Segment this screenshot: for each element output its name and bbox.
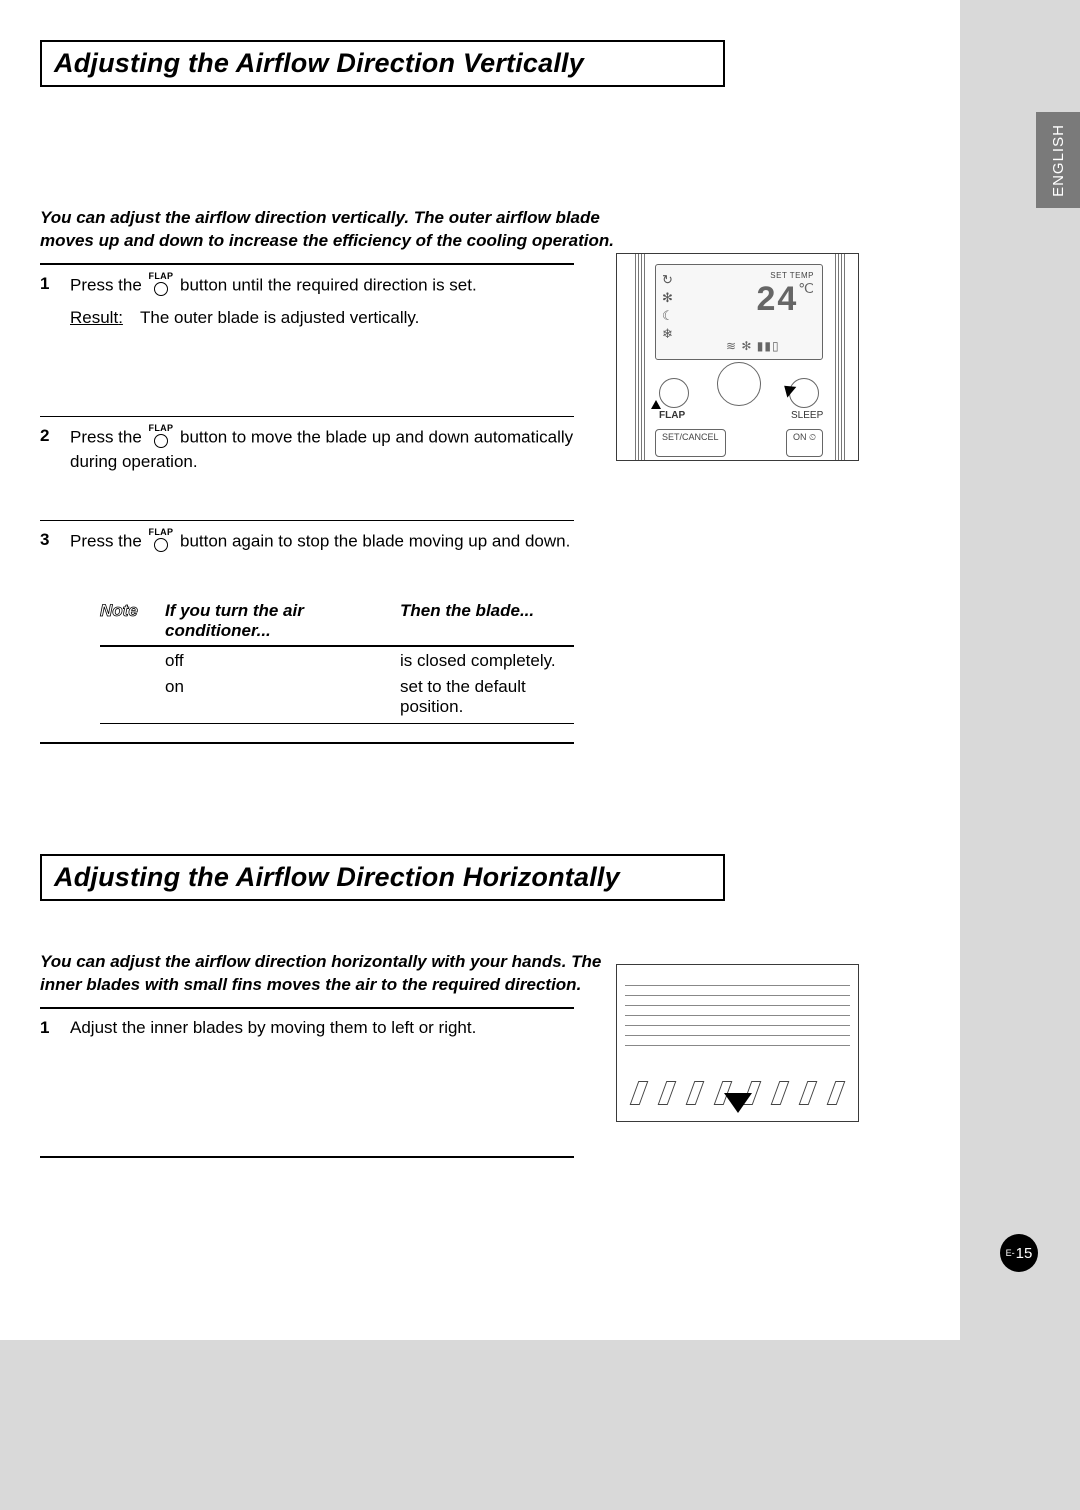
step-number: 3 — [40, 529, 70, 555]
note-header-col1: If you turn the air conditioner... — [165, 601, 400, 641]
temperature-display: SET TEMP 24℃ — [756, 271, 814, 319]
ac-unit-illustration — [616, 964, 859, 1122]
result-row: Result The outer blade is adjusted verti… — [70, 307, 574, 330]
note-data-row: on set to the default position. — [100, 673, 574, 719]
ac-grille — [625, 985, 850, 1055]
flap-label: FLAP — [659, 410, 685, 421]
circle-icon — [154, 434, 168, 448]
remote-button-row — [655, 368, 823, 416]
step-text: Press the FLAP button again to stop the … — [70, 529, 574, 555]
step-text-post: button again to stop the blade moving up… — [180, 532, 570, 551]
step-text: Press the FLAP button to move the blade … — [70, 425, 574, 474]
note-data-row: off is closed completely. — [100, 647, 574, 673]
divider — [40, 1156, 574, 1158]
page: ENGLISH Adjusting the Airflow Direction … — [0, 0, 1080, 1510]
circle-icon — [154, 282, 168, 296]
content-area: Adjusting the Airflow Direction Vertical… — [40, 40, 1040, 1158]
result-text: The outer blade is adjusted vertically. — [140, 307, 574, 330]
remote-illustration: ↻✻☾❄ SET TEMP 24℃ ≋ ✻ ▮▮▯ FLAP SLEEP SET… — [616, 253, 859, 461]
temperature-value: 24 — [756, 280, 798, 318]
remote-screen: ↻✻☾❄ SET TEMP 24℃ ≋ ✻ ▮▮▯ — [655, 264, 823, 360]
section2-intro: You can adjust the airflow direction hor… — [40, 951, 640, 997]
set-cancel-button-icon: SET/CANCEL — [655, 429, 726, 457]
step-number: 1 — [40, 273, 70, 330]
remote-edge — [635, 254, 645, 461]
step-row: 3 Press the FLAP button again to stop th… — [40, 521, 574, 561]
step-text: Adjust the inner blades by moving them t… — [70, 1017, 574, 1040]
step-text: Press the FLAP button until the required… — [70, 273, 574, 330]
remote-edge — [835, 254, 845, 461]
step-text-pre: Press the — [70, 275, 147, 294]
step-row: 2 Press the FLAP button to move the blad… — [40, 417, 574, 480]
mode-icons: ↻✻☾❄ — [662, 271, 674, 343]
flap-icon-label: FLAP — [149, 270, 174, 282]
remote-body: ↻✻☾❄ SET TEMP 24℃ ≋ ✻ ▮▮▯ FLAP SLEEP SET… — [635, 254, 845, 461]
note-cell: set to the default position. — [400, 677, 574, 717]
section2-title: Adjusting the Airflow Direction Horizont… — [54, 862, 711, 893]
temperature-unit: ℃ — [798, 280, 814, 296]
set-temp-label: SET TEMP — [756, 271, 814, 280]
step-number: 2 — [40, 425, 70, 474]
step-number: 1 — [40, 1017, 70, 1040]
sleep-button-icon — [789, 378, 819, 408]
page-number-badge: E-15 — [1000, 1234, 1038, 1272]
flap-icon-label: FLAP — [149, 422, 174, 434]
arrow-down-icon — [724, 1093, 752, 1113]
remote-bottom-row: SET/CANCEL ON ⏲ — [655, 429, 823, 457]
step-row: 1 Press the FLAP button until the requir… — [40, 265, 574, 336]
circle-icon — [154, 538, 168, 552]
section1-body: 1 Press the FLAP button until the requir… — [40, 263, 580, 744]
power-button-icon — [717, 362, 761, 406]
step-row: 1 Adjust the inner blades by moving them… — [40, 1009, 574, 1046]
language-tab: ENGLISH — [1036, 112, 1080, 208]
flap-button-icon: FLAP — [149, 270, 174, 296]
note-cell: is closed completely. — [400, 651, 574, 671]
section1-title-box: Adjusting the Airflow Direction Vertical… — [40, 40, 725, 87]
step-text-pre: Press the — [70, 532, 147, 551]
result-label: Result — [70, 307, 130, 330]
flap-button-icon: FLAP — [149, 526, 174, 552]
note-block: Note If you turn the air conditioner... … — [100, 601, 574, 724]
page-number: 15 — [1016, 1245, 1033, 1262]
note-cell: off — [165, 651, 400, 671]
flap-button-icon: FLAP — [149, 422, 174, 448]
sleep-label: SLEEP — [791, 410, 823, 421]
note-cell: on — [165, 677, 400, 717]
flap-button-icon — [659, 378, 689, 408]
flap-icon-label: FLAP — [149, 526, 174, 538]
ac-unit — [625, 973, 850, 1113]
language-label: ENGLISH — [1050, 124, 1067, 197]
step-text-pre: Press the — [70, 428, 147, 447]
section1-title: Adjusting the Airflow Direction Vertical… — [54, 48, 711, 79]
page-prefix: E- — [1006, 1248, 1015, 1258]
note-header-row: Note If you turn the air conditioner... … — [100, 601, 574, 641]
step-text-post: button until the required direction is s… — [180, 275, 477, 294]
signal-icons: ≋ ✻ ▮▮▯ — [726, 339, 780, 353]
section2-title-box: Adjusting the Airflow Direction Horizont… — [40, 854, 725, 901]
section2-body: 1 Adjust the inner blades by moving them… — [40, 1007, 580, 1158]
note-header-col2: Then the blade... — [400, 601, 574, 621]
note-label: Note — [100, 601, 165, 621]
section1-intro: You can adjust the airflow direction ver… — [40, 207, 640, 253]
on-timer-button-icon: ON ⏲ — [786, 429, 823, 457]
